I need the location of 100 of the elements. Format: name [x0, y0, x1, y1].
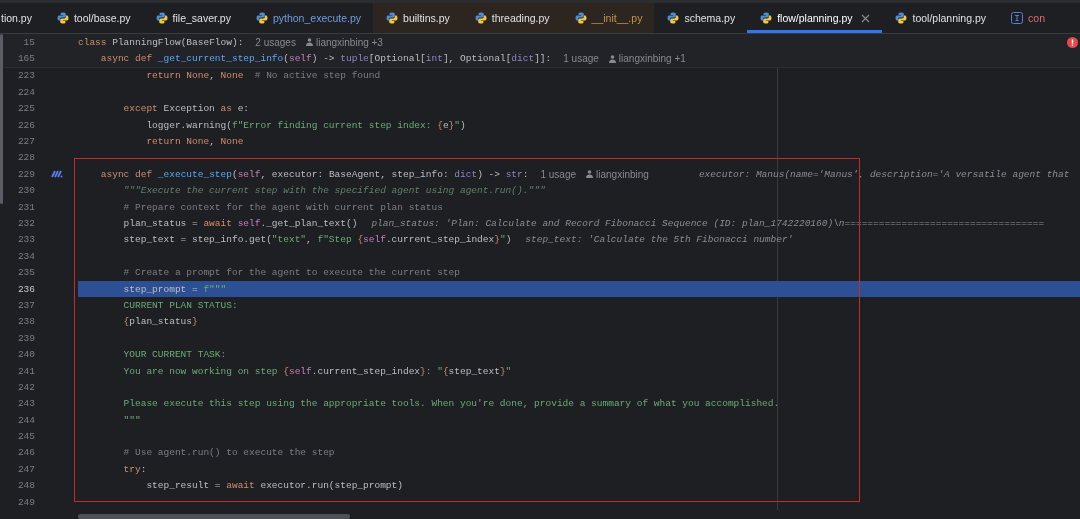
keyword-text: return None: [145, 136, 210, 148]
builtin-type: int: [425, 53, 443, 65]
brace-text: }: [420, 365, 426, 377]
close-icon[interactable]: [861, 13, 871, 23]
author-hint[interactable]: liangxinbing +3: [305, 36, 383, 48]
docstring: """Execute the current step with the specified agent using agent.run().""": [122, 185, 546, 197]
keyword-text: try: [122, 463, 141, 475]
code-text: logger.warning(: [145, 119, 232, 131]
line-number: 241: [16, 365, 35, 377]
keyword-text: await: [226, 480, 256, 492]
python-file-icon: [667, 12, 680, 24]
line-number: 235: [16, 267, 35, 279]
function-name: _get_current_step_info: [157, 53, 284, 65]
code-comment: # Prepare context for the agent with current plan status: [122, 201, 443, 213]
string-literal: ": [505, 365, 512, 377]
line-number: 242: [16, 381, 35, 393]
author-hint[interactable]: liangxinbing +1: [608, 53, 686, 65]
editor-tab[interactable]: tool/planning.py: [882, 3, 999, 33]
line-number: 245: [16, 431, 35, 443]
line-number: 224: [16, 86, 35, 98]
editor-tab[interactable]: con: [998, 3, 1057, 33]
string-literal: YOUR CURRENT TASK:: [122, 349, 227, 361]
editor-tab[interactable]: builtins.py: [373, 3, 462, 33]
string-literal: CURRENT PLAN STATUS:: [122, 299, 238, 311]
string-literal: f""": [203, 283, 227, 295]
function-name: _execute_step: [157, 168, 232, 180]
code-comment: # No active step found: [253, 70, 381, 82]
person-icon: [608, 54, 616, 63]
editor-tab[interactable]: tool/base.py: [43, 3, 143, 33]
python-file-icon: [155, 12, 168, 24]
self-keyword: self: [288, 53, 312, 65]
code-text: step_result =: [145, 480, 222, 492]
code-text: ,: [209, 136, 216, 148]
line-number: 236: [16, 283, 35, 295]
string-literal: ": [454, 119, 460, 131]
line-number: 248: [16, 480, 35, 492]
line-number: 234: [16, 250, 35, 262]
string-literal: : ": [425, 365, 443, 377]
python-file-icon: [386, 12, 399, 24]
code-text: (: [283, 53, 289, 65]
usages-hint[interactable]: 1 usage: [540, 168, 577, 180]
usages-hint[interactable]: 2 usages: [255, 36, 296, 48]
debug-value-hint: step_text: 'Calculate the 5th Fibonacci number': [525, 234, 794, 246]
editor-tab[interactable]: threading.py: [461, 3, 562, 33]
string-literal: "text": [271, 234, 307, 246]
code-text: , executor: BaseAgent, step_info:: [260, 168, 450, 180]
keyword-text: as: [220, 103, 233, 115]
line-number: 228: [16, 152, 35, 164]
code-text: ], Optional[: [442, 53, 512, 65]
line-number: 239: [16, 332, 35, 344]
line-number: 165: [16, 53, 35, 65]
code-text: ) ->: [311, 53, 336, 65]
code-text: plan_status =: [122, 218, 199, 229]
line-number: 227: [16, 136, 35, 148]
keyword-text: async def: [99, 168, 154, 180]
keyword-text: async def: [99, 53, 154, 65]
code-text: ]]:: [534, 53, 552, 65]
usages-hint[interactable]: 1 usage: [563, 53, 599, 65]
code-text: Exception: [163, 103, 216, 115]
code-text: .current_step_index: [385, 234, 495, 246]
line-number: 233: [16, 234, 35, 246]
keyword-text: None: [220, 136, 244, 148]
editor-tab[interactable]: file_saver.py: [142, 3, 243, 33]
line-number: 232: [16, 218, 35, 229]
brace-text: {: [122, 316, 130, 328]
self-keyword: self: [288, 365, 312, 377]
python-file-icon: [255, 12, 268, 24]
brace-text: }: [494, 234, 500, 246]
line-number: 247: [16, 463, 35, 475]
keyword-text: class: [78, 36, 108, 48]
scrollbar[interactable]: [78, 514, 350, 519]
code-text: .current_step_index: [311, 365, 421, 377]
code-comment: # Create a prompt for the agent to execute the current step: [122, 267, 460, 279]
line-number: 15: [22, 36, 35, 48]
person-icon: [305, 38, 313, 47]
keyword-text: None: [220, 70, 244, 82]
code-text: PlanningFlow(BaseFlow):: [112, 36, 244, 48]
editor-tab[interactable]: __init__.py: [561, 3, 655, 33]
line-number: 225: [16, 103, 35, 115]
line-number: 229: [16, 168, 35, 180]
line-number: 230: [16, 185, 35, 197]
brace-text: }: [499, 365, 506, 377]
code-text: :: [140, 463, 147, 475]
scrollbar[interactable]: [0, 34, 3, 204]
code-text: step_prompt =: [122, 283, 199, 295]
author-hint[interactable]: liangxinbing: [586, 168, 649, 180]
ai-assistant-icon[interactable]: [50, 170, 63, 179]
brace-text: }: [192, 316, 198, 328]
keyword-text: return None: [145, 70, 210, 82]
code-text: ._get_plan_text(): [260, 218, 358, 229]
editor-tab[interactable]: schema.py: [654, 3, 748, 33]
code-text: plan_status: [129, 316, 193, 328]
editor-tab[interactable]: tion.py: [0, 3, 44, 33]
line-number: 240: [16, 349, 35, 361]
code-text: ,: [209, 70, 216, 82]
error-icon[interactable]: [1067, 37, 1078, 48]
line-number: 238: [16, 316, 35, 328]
editor-tab[interactable]: flow/planning.py: [747, 3, 883, 33]
editor-tab[interactable]: python_execute.py: [242, 3, 374, 33]
text-file-icon: [1011, 12, 1024, 24]
